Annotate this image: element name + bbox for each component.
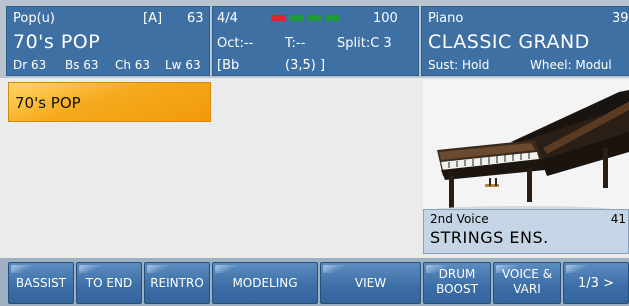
bassist-button[interactable]: BASSIST — [8, 262, 74, 304]
transpose: T:-- — [285, 36, 306, 51]
reintro-label: REINTRO — [150, 276, 204, 290]
page-label: 1/3 > — [578, 276, 614, 291]
tempo: 100 — [373, 11, 398, 26]
reintro-button[interactable]: REINTRO — [144, 262, 210, 304]
beat-led — [271, 15, 286, 21]
info-panel: 4/4 100 Oct:-- T:-- Split:C 3 [Bb (3,5) … — [212, 6, 419, 76]
drum-boost-label: DRUM BOOST — [436, 267, 478, 296]
status-header: Pop(u) [A] 63 70's POP Dr 63 Bs 63 Ch 63… — [0, 0, 629, 78]
to-end-label: TO END — [85, 276, 133, 290]
second-voice-name: STRINGS ENS. — [430, 228, 549, 247]
modeling-label: MODELING — [232, 276, 298, 290]
bass-volume: Bs 63 — [65, 58, 99, 72]
modeling-button[interactable]: MODELING — [212, 262, 318, 304]
time-signature: 4/4 — [217, 11, 238, 26]
chord-volume: Ch 63 — [115, 58, 151, 72]
octave: Oct:-- — [217, 36, 254, 51]
style-category: Pop(u) — [13, 11, 55, 26]
voice-image — [423, 80, 629, 212]
style-panel[interactable]: Pop(u) [A] 63 70's POP Dr 63 Bs 63 Ch 63… — [6, 6, 210, 76]
voice-vari-label: VOICE & VARI — [501, 267, 553, 296]
second-voice-number: 41 — [610, 212, 626, 226]
style-variation: [A] — [143, 11, 163, 26]
measure-position: (3,5) ] — [285, 58, 326, 73]
voice-name: CLASSIC GRAND — [428, 31, 590, 53]
second-voice-panel[interactable]: 2nd Voice 41 STRINGS ENS. — [423, 209, 629, 254]
style-number: 63 — [187, 11, 204, 26]
split-point: Split:C 3 — [337, 36, 392, 51]
voice-category: Piano — [428, 11, 464, 26]
to-end-button[interactable]: TO END — [76, 262, 142, 304]
view-label: VIEW — [354, 276, 387, 290]
wheel-status: Wheel: Modul — [530, 58, 612, 72]
drum-volume: Dr 63 — [13, 58, 47, 72]
beat-led — [307, 15, 322, 21]
second-voice-label: 2nd Voice — [430, 212, 489, 226]
beat-led — [325, 15, 340, 21]
sustain-status: Sust: Hold — [428, 58, 490, 72]
bassist-label: BASSIST — [15, 276, 67, 290]
style-item-selected[interactable]: 70's POP — [8, 82, 211, 122]
grand-piano-icon — [423, 80, 629, 212]
voice-vari-button[interactable]: VOICE & VARI — [493, 262, 561, 304]
lower-volume: Lw 63 — [165, 58, 201, 72]
view-button[interactable]: VIEW — [320, 262, 421, 304]
style-name: 70's POP — [13, 31, 101, 53]
beat-led — [289, 15, 304, 21]
style-item-label: 70's POP — [15, 94, 81, 112]
chord-display: [Bb — [217, 58, 240, 73]
voice-panel[interactable]: Piano 39 CLASSIC GRAND Sust: Hold Wheel:… — [421, 6, 629, 76]
voice-number: 39 — [612, 11, 629, 26]
page-next-button[interactable]: 1/3 > — [563, 262, 629, 304]
drum-boost-button[interactable]: DRUM BOOST — [423, 262, 491, 304]
